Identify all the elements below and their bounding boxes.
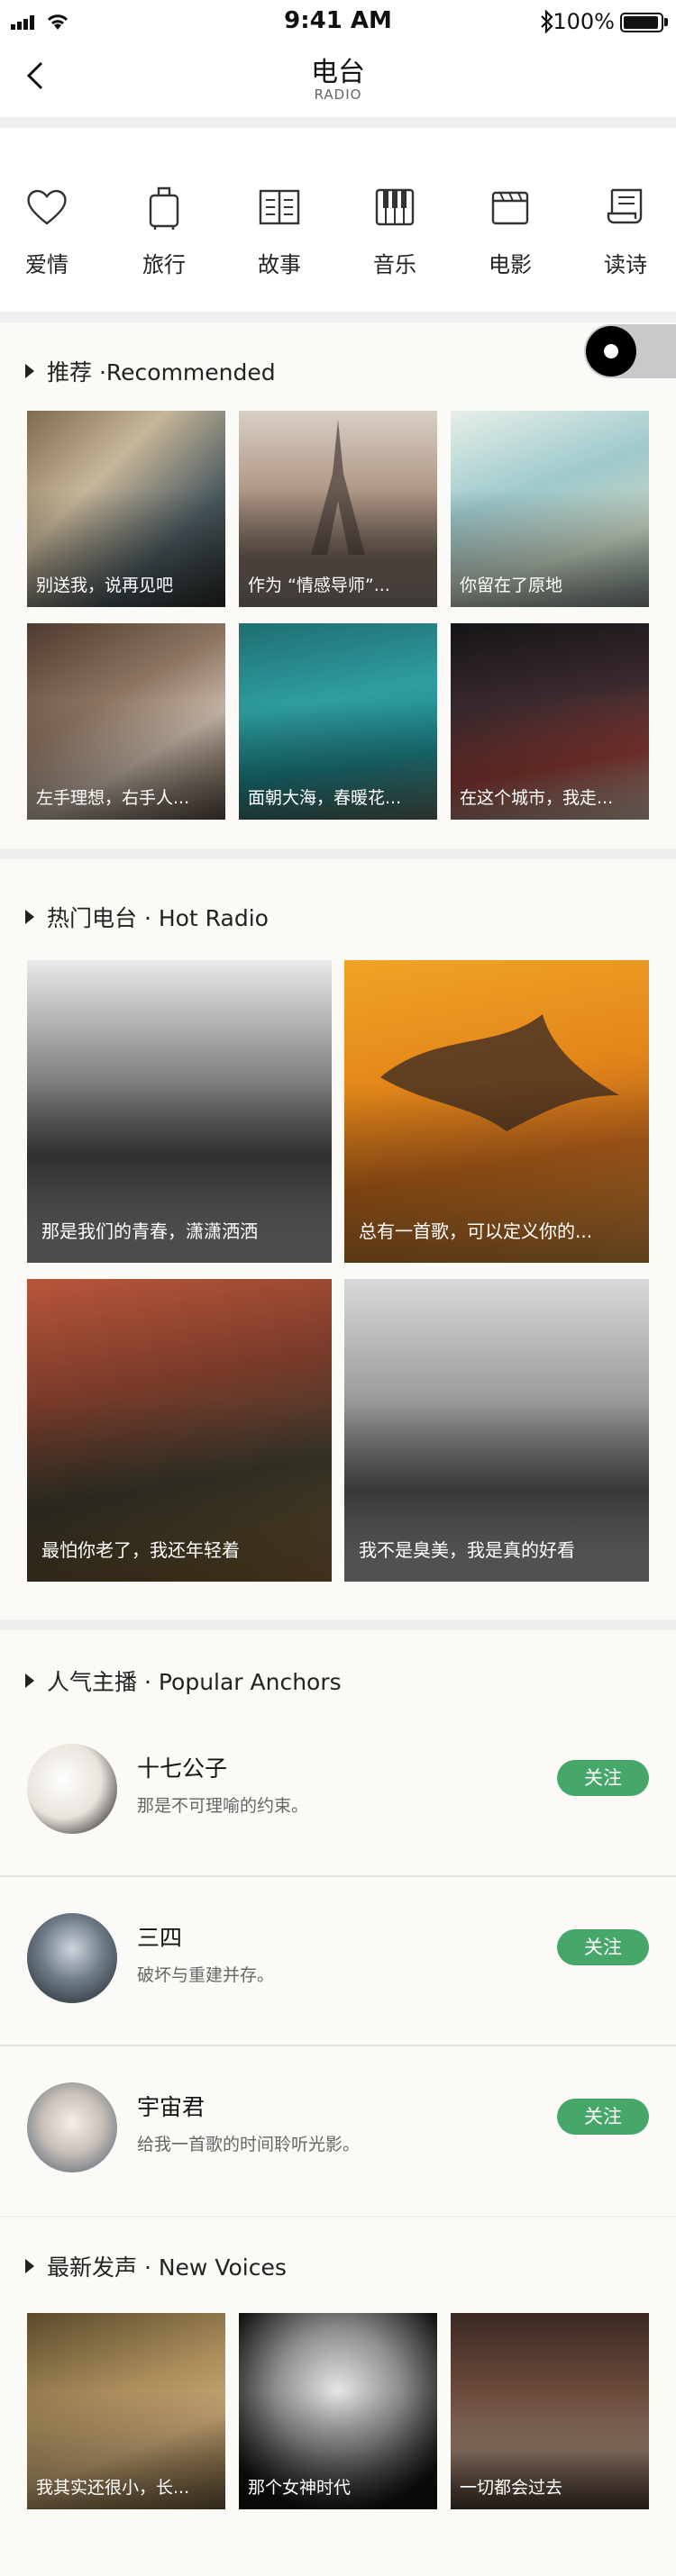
status-bar: 9:41 AM 100% — [0, 0, 676, 45]
tile-caption: 那是我们的青春，潇潇洒洒 — [41, 1220, 258, 1242]
recommended-tile[interactable]: 左手理想，右手人... — [27, 623, 225, 820]
category-poetry[interactable]: 读诗 — [580, 180, 671, 278]
book-icon — [234, 180, 324, 234]
avatar[interactable] — [27, 1913, 117, 2003]
section-title: 热门电台 · Hot Radio — [25, 901, 269, 933]
hot-radio-tile[interactable]: 总有一首歌，可以定义你的... — [344, 960, 649, 1263]
anchor-name[interactable]: 宇宙君 — [137, 2090, 205, 2122]
triangle-icon — [25, 2259, 34, 2273]
suitcase-icon — [119, 180, 209, 234]
recommended-tile[interactable]: 作为 “情感导师”... — [239, 411, 437, 607]
battery-percent: 100% — [553, 9, 615, 34]
category-label: 电影 — [489, 252, 532, 277]
follow-button[interactable]: 关注 — [557, 1760, 649, 1796]
recommended-section: 推荐 ·Recommended 别送我，说再见吧 作为 “情感导师”... 你留… — [0, 322, 676, 848]
tile-caption: 那个女神时代 — [248, 2478, 352, 2498]
section-title: 最新发声 · New Voices — [25, 2250, 287, 2282]
tile-caption: 最怕你老了，我还年轻着 — [41, 1539, 240, 1561]
clapperboard-icon — [465, 180, 555, 234]
category-music[interactable]: 音乐 — [350, 180, 440, 278]
recommended-tile[interactable]: 在这个城市，我走... — [451, 623, 649, 820]
anchor-row[interactable]: 三四 破坏与重建并存。 关注 — [0, 1879, 676, 2046]
scroll-icon — [580, 180, 671, 234]
anchor-desc: 破坏与重建并存。 — [137, 1965, 275, 1985]
follow-button[interactable]: 关注 — [557, 1929, 649, 1965]
section-title-text: 推荐 ·Recommended — [47, 359, 276, 385]
battery-cap — [664, 18, 668, 26]
anchor-name[interactable]: 三四 — [137, 1920, 182, 1953]
section-title-text: 最新发声 · New Voices — [47, 2254, 287, 2281]
tile-caption: 总有一首歌，可以定义你的... — [359, 1220, 593, 1242]
tile-caption: 我其实还很小，长... — [36, 2478, 190, 2498]
triangle-icon — [25, 910, 34, 924]
page-title: 电台 — [311, 57, 365, 88]
tile-caption: 我不是臭美，我是真的好看 — [359, 1539, 575, 1561]
new-voice-tile[interactable]: 那个女神时代 — [239, 2313, 437, 2509]
category-story[interactable]: 故事 — [234, 180, 324, 278]
tile-caption: 在这个城市，我走... — [460, 788, 614, 808]
battery-icon — [620, 13, 663, 32]
tile-caption: 你留在了原地 — [460, 576, 563, 595]
category-label: 旅行 — [142, 252, 186, 277]
category-label: 音乐 — [373, 252, 416, 277]
section-title: 人气主播 · Popular Anchors — [25, 1664, 342, 1697]
page-subtitle: RADIO — [314, 86, 362, 103]
category-love[interactable]: 爱情 — [2, 180, 92, 278]
avatar[interactable] — [27, 1744, 117, 1834]
section-title-text: 人气主播 · Popular Anchors — [47, 1669, 342, 1695]
hot-radio-tile[interactable]: 我不是臭美，我是真的好看 — [344, 1279, 649, 1582]
heart-icon — [2, 180, 92, 234]
recommended-tile[interactable]: 你留在了原地 — [451, 411, 649, 607]
play-toggle[interactable] — [584, 324, 676, 378]
anchor-row[interactable]: 十七公子 那是不可理喻的约束。 关注 — [0, 1710, 676, 1877]
nav-header: 电台 RADIO — [0, 45, 676, 117]
new-voice-tile[interactable]: 一切都会过去 — [451, 2313, 649, 2509]
tile-caption: 作为 “情感导师”... — [248, 576, 390, 595]
tile-caption: 一切都会过去 — [460, 2478, 563, 2498]
category-label: 读诗 — [604, 252, 647, 277]
recommended-tile[interactable]: 面朝大海，春暖花... — [239, 623, 437, 820]
anchors-section: 人气主播 · Popular Anchors 十七公子 那是不可理喻的约束。 关… — [0, 1630, 676, 2216]
hot-radio-tile[interactable]: 最怕你老了，我还年轻着 — [27, 1279, 332, 1582]
tile-caption: 面朝大海，春暖花... — [248, 788, 402, 808]
section-title-text: 热门电台 · Hot Radio — [47, 905, 269, 931]
category-label: 故事 — [258, 252, 301, 277]
category-movie[interactable]: 电影 — [465, 180, 555, 278]
section-title: 推荐 ·Recommended — [25, 355, 276, 387]
anchor-row[interactable]: 宇宙君 给我一首歌的时间聆听光影。 关注 — [0, 2048, 676, 2216]
hot-radio-section: 热门电台 · Hot Radio 那是我们的青春，潇潇洒洒 总有一首歌，可以定义… — [0, 859, 676, 1619]
new-voices-section: 最新发声 · New Voices 我其实还很小，长... 那个女神时代 一切都… — [0, 2218, 676, 2576]
category-strip: 爱情 旅行 故事 音乐 电影 读诗 — [0, 128, 676, 312]
piano-icon — [350, 180, 440, 234]
tile-caption: 左手理想，右手人... — [36, 788, 190, 808]
category-travel[interactable]: 旅行 — [119, 180, 209, 278]
avatar[interactable] — [27, 2082, 117, 2172]
triangle-icon — [25, 1673, 34, 1688]
hot-radio-tile[interactable]: 那是我们的青春，潇潇洒洒 — [27, 960, 332, 1263]
new-voice-tile[interactable]: 我其实还很小，长... — [27, 2313, 225, 2509]
anchor-name[interactable]: 十七公子 — [137, 1751, 227, 1783]
category-label: 爱情 — [25, 252, 69, 277]
triangle-icon — [25, 364, 34, 378]
anchor-desc: 那是不可理喻的约束。 — [137, 1796, 309, 1816]
tile-caption: 别送我，说再见吧 — [36, 576, 174, 595]
anchor-desc: 给我一首歌的时间聆听光影。 — [137, 2135, 361, 2154]
record-icon — [586, 326, 636, 376]
recommended-tile[interactable]: 别送我，说再见吧 — [27, 411, 225, 607]
follow-button[interactable]: 关注 — [557, 2099, 649, 2135]
